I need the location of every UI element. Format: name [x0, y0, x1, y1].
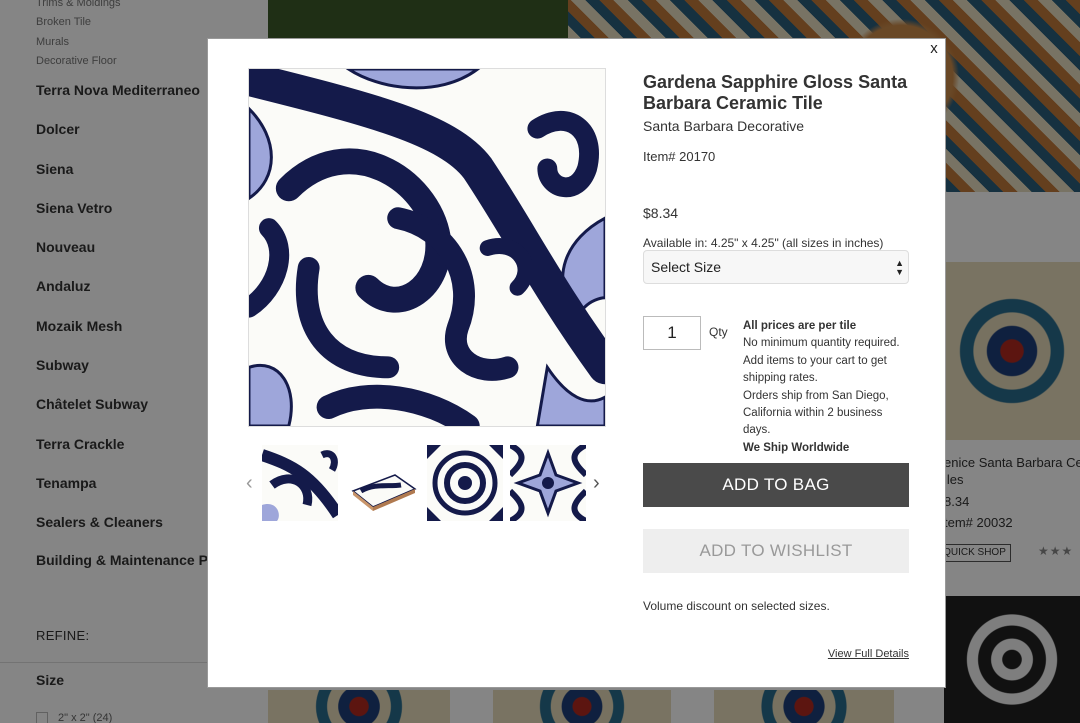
- thumbnail-2[interactable]: [345, 445, 421, 521]
- quantity-label: Qty: [709, 325, 728, 339]
- quantity-input[interactable]: 1: [643, 316, 701, 350]
- chevron-right-icon[interactable]: ›: [593, 473, 600, 493]
- thumbnail-4[interactable]: [510, 445, 586, 521]
- ship-worldwide-note: We Ship Worldwide: [743, 441, 850, 454]
- add-to-bag-button[interactable]: ADD TO BAG: [643, 463, 909, 507]
- size-select-value: Select Size: [651, 259, 722, 275]
- per-tile-note: All prices are per tile: [743, 320, 857, 332]
- chevron-left-icon[interactable]: ‹: [246, 473, 253, 493]
- product-main-image[interactable]: [248, 68, 606, 427]
- quick-view-modal: x ‹ › Gardena Sapphire Gloss Santa Barba…: [207, 38, 946, 688]
- size-select[interactable]: Select Size ▲ ▼: [643, 250, 909, 284]
- min-quantity-note: No minimum quantity required.: [743, 337, 900, 350]
- tile-pattern-image: [249, 69, 605, 426]
- volume-discount-note: Volume discount on selected sizes.: [643, 599, 830, 613]
- thumbnail-1[interactable]: [262, 445, 338, 521]
- available-sizes: Available in: 4.25" x 4.25" (all sizes i…: [643, 236, 884, 250]
- item-number: Item# 20170: [643, 149, 716, 164]
- view-full-details-link[interactable]: View Full Details: [828, 648, 909, 660]
- thumbnail-3[interactable]: [427, 445, 503, 521]
- product-title: Gardena Sapphire Gloss Santa Barbara Cer…: [643, 72, 908, 113]
- add-to-wishlist-button[interactable]: ADD TO WISHLIST: [643, 529, 909, 573]
- ship-origin-note: Orders ship from San Diego, California w…: [743, 389, 889, 437]
- shipping-rates-note: Add items to your cart to get shipping r…: [743, 354, 887, 385]
- product-price: $8.34: [643, 205, 679, 221]
- shipping-notes: All prices are per tile No minimum quant…: [743, 318, 913, 457]
- close-button[interactable]: x: [926, 41, 942, 57]
- select-arrows-icon: ▲ ▼: [895, 258, 904, 277]
- product-brand: Santa Barbara Decorative: [643, 118, 805, 134]
